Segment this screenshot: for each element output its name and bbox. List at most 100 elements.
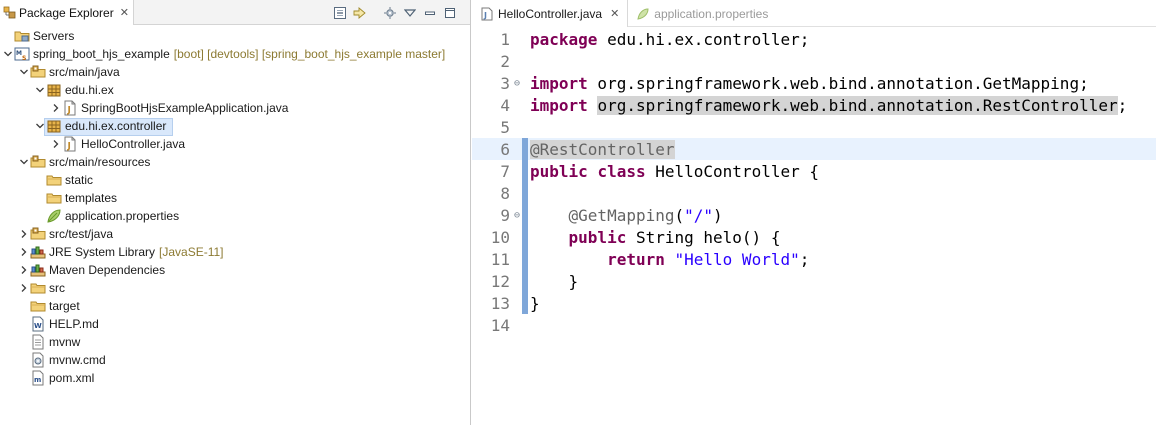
tree-item[interactable]: edu.hi.ex — [0, 81, 470, 99]
tree-item[interactable]: edu.hi.ex.controller — [0, 117, 470, 136]
package-icon — [46, 118, 62, 134]
code-token: import — [530, 73, 588, 93]
chevron-down-icon[interactable] — [2, 45, 14, 63]
code-line[interactable]: 7 public class HelloController { — [472, 160, 1156, 182]
code-line[interactable]: 13} — [472, 292, 1156, 314]
line-number: 4 — [500, 95, 510, 115]
chevron-down-icon[interactable] — [34, 117, 46, 135]
code-text: public String helo() { — [528, 228, 781, 247]
editor-tab-label: application.properties — [654, 6, 769, 21]
tree-item[interactable]: src — [0, 279, 470, 297]
folder-icon — [30, 280, 46, 296]
chevron-right-icon[interactable] — [50, 135, 62, 153]
code-line[interactable]: 14 — [472, 314, 1156, 336]
chevron-right-icon[interactable] — [50, 99, 62, 117]
minimize-icon[interactable] — [420, 4, 440, 22]
code-line[interactable]: 10 public String helo() { — [472, 226, 1156, 248]
maximize-icon[interactable] — [440, 4, 460, 22]
link-with-editor-icon[interactable] — [350, 4, 370, 22]
code-line[interactable]: 6 @RestController — [472, 138, 1156, 160]
code-token: "/" — [684, 205, 714, 225]
tree-item-label: templates — [65, 191, 118, 205]
code-line[interactable]: 9 ⊖ @GetMapping("/") — [472, 204, 1156, 226]
collapse-all-icon[interactable] — [330, 4, 350, 22]
editor-tab-label: HelloController.java — [498, 6, 603, 21]
code-area[interactable]: 1 package edu.hi.ex.controller; 2 3 ⊖ import … — [472, 28, 1156, 425]
close-icon[interactable]: ✕ — [610, 7, 619, 20]
code-line[interactable]: 3 ⊖ import org.springframework.web.bind.an… — [472, 72, 1156, 94]
library-icon — [30, 262, 46, 278]
view-tab-bar: Package Explorer ✕ — [0, 0, 470, 25]
tree-item-label: HelloController.java — [81, 137, 186, 151]
fold-gutter — [512, 314, 522, 336]
tree-item[interactable]: Servers — [0, 27, 470, 45]
tree-item[interactable]: static — [0, 171, 470, 189]
tree-item[interactable]: src/main/resources — [0, 153, 470, 171]
tree-item[interactable]: J HelloController.java — [0, 135, 470, 153]
code-token: } — [530, 293, 540, 313]
line-number: 8 — [500, 183, 510, 203]
servers-folder-icon — [14, 28, 30, 44]
chevron-down-icon[interactable] — [18, 63, 30, 81]
code-token: org.springframework.web.bind.annotation.… — [587, 73, 1089, 93]
tree-item-label: Maven Dependencies — [49, 263, 166, 277]
editor-tab-application-properties[interactable]: application.properties — [628, 0, 776, 27]
code-text: public class HelloController { — [528, 162, 819, 181]
code-line[interactable]: 1 package edu.hi.ex.controller; — [472, 28, 1156, 50]
code-text: import org.springframework.web.bind.anno… — [528, 74, 1089, 93]
code-line[interactable]: 5 — [472, 116, 1156, 138]
tree-item[interactable]: W HELP.md — [0, 315, 470, 333]
close-icon[interactable]: ✕ — [120, 6, 129, 19]
package-explorer-icon — [3, 6, 16, 19]
editor-tab-hellocontroller[interactable]: J HelloController.java ✕ — [472, 0, 629, 27]
code-token: HelloController { — [645, 161, 819, 181]
tree-item[interactable]: application.properties — [0, 207, 470, 225]
chevron-right-icon[interactable] — [18, 225, 30, 243]
tree-item-label: static — [65, 173, 94, 187]
view-toolbar — [330, 4, 460, 22]
code-line[interactable]: 8 — [472, 182, 1156, 204]
tree-item[interactable]: mvnw — [0, 333, 470, 351]
code-line[interactable]: 12 } — [472, 270, 1156, 292]
fold-gutter — [512, 138, 522, 160]
code-line[interactable]: 4 import org.springframework.web.bind.ann… — [472, 94, 1156, 116]
chevron-down-icon[interactable] — [34, 81, 46, 99]
tree-item-label: src/main/java — [49, 65, 120, 79]
filters-icon[interactable] — [380, 4, 400, 22]
chevron-right-icon[interactable] — [18, 243, 30, 261]
fold-collapse-icon[interactable]: ⊖ — [512, 204, 522, 226]
code-token: @GetMapping — [568, 205, 675, 225]
tree-item[interactable]: M Sspring_boot_hjs_example [boot] [devtool… — [0, 45, 470, 63]
code-line[interactable]: 11 return "Hello World"; — [472, 248, 1156, 270]
package-explorer-title: Package Explorer — [19, 5, 114, 20]
code-line[interactable]: 2 — [472, 50, 1156, 72]
tree-item[interactable]: JRE System Library [JavaSE-11] — [0, 243, 470, 261]
tree-item[interactable]: src/test/java — [0, 225, 470, 243]
tree-item[interactable]: target — [0, 297, 470, 315]
tree-item-decoration: [JavaSE-11] — [159, 245, 224, 259]
tree-item-label: application.properties — [65, 209, 180, 223]
chevron-down-icon[interactable] — [18, 153, 30, 171]
tree-item[interactable]: mvnw.cmd — [0, 351, 470, 369]
tree-item-label: JRE System Library — [49, 245, 156, 259]
view-menu-icon[interactable] — [400, 4, 420, 22]
tree-item-label: mvnw.cmd — [49, 353, 106, 367]
tree-item[interactable]: templates — [0, 189, 470, 207]
tree-item-label: HELP.md — [49, 317, 99, 331]
fold-collapse-icon[interactable]: ⊖ — [512, 72, 522, 94]
chevron-right-icon[interactable] — [18, 261, 30, 279]
code-token: @RestController — [530, 139, 675, 159]
code-token: package — [530, 29, 598, 49]
code-token: ; — [1117, 95, 1128, 115]
source-folder-icon — [30, 226, 46, 242]
chevron-right-icon[interactable] — [18, 279, 30, 297]
tree-item[interactable]: m pom.xml — [0, 369, 470, 387]
tree-item[interactable]: Maven Dependencies — [0, 261, 470, 279]
tree-item[interactable]: src/main/java — [0, 63, 470, 81]
package-explorer-tab[interactable]: Package Explorer ✕ — [0, 0, 134, 25]
tree-item[interactable]: J SpringBootHjsExampleApplication.java — [0, 99, 470, 117]
